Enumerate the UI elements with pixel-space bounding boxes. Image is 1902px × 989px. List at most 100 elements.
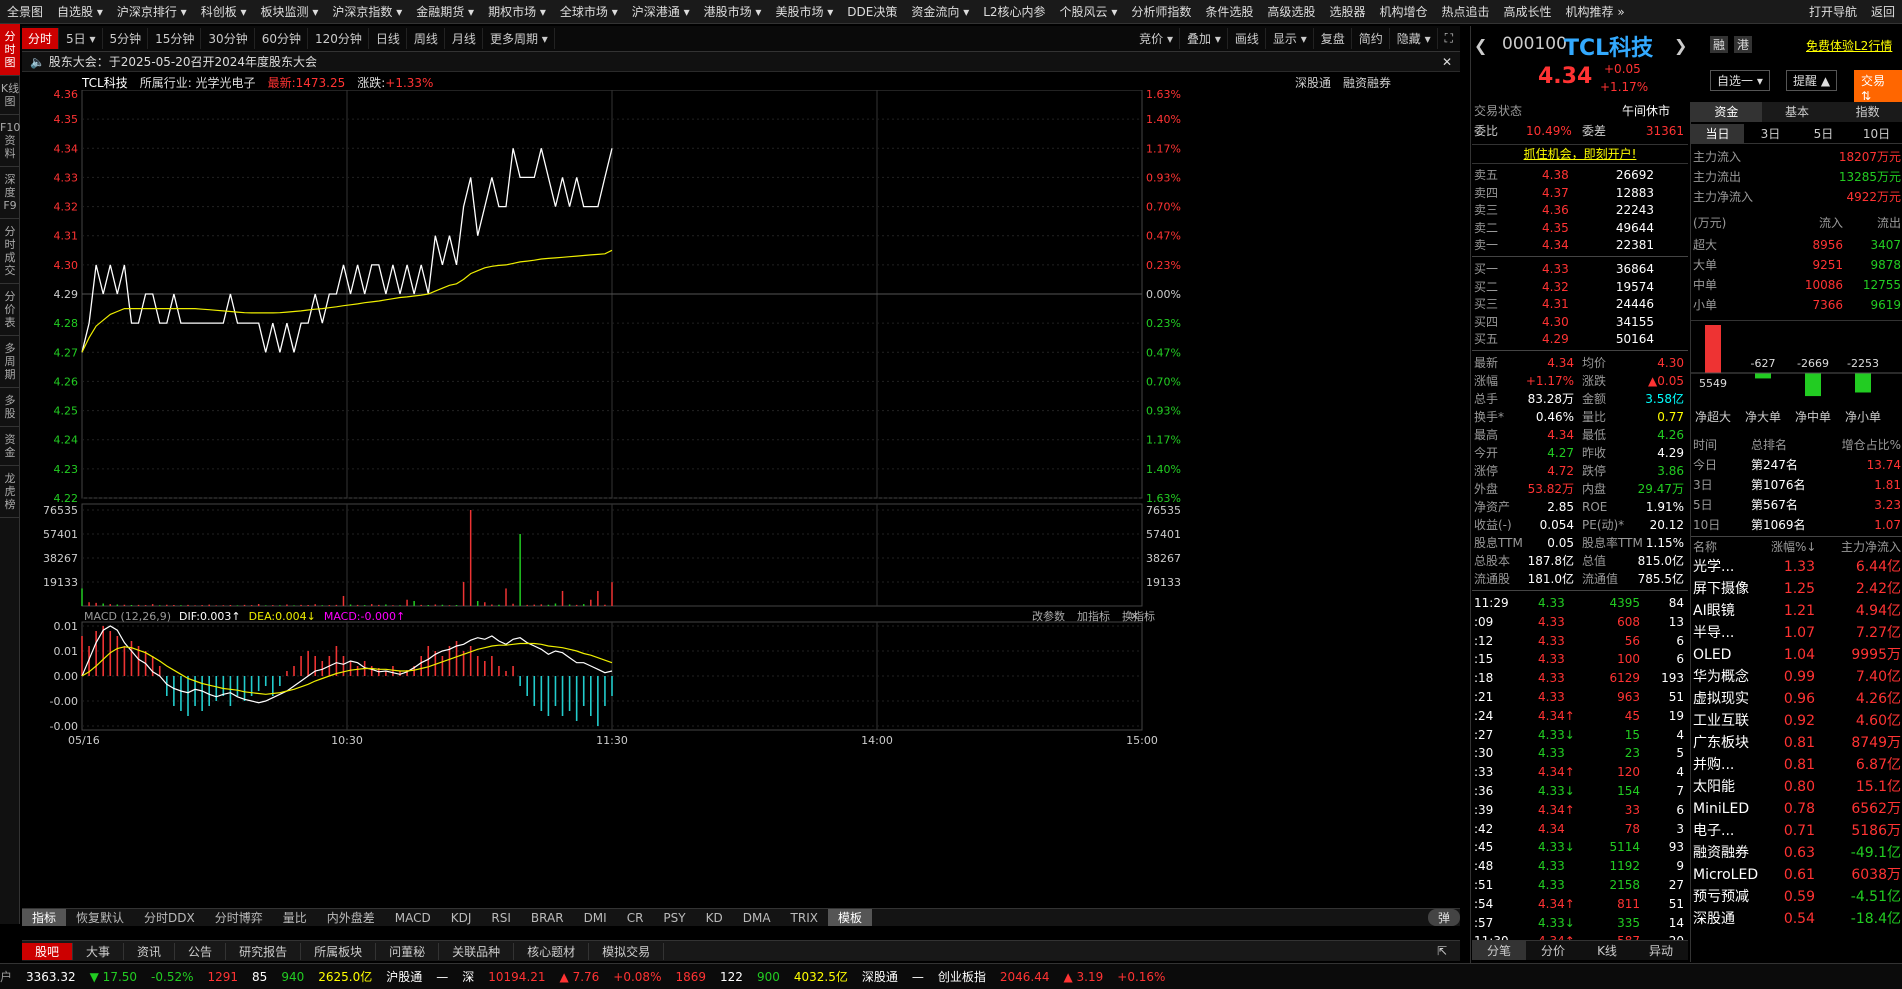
macd-link[interactable]: 改参数 bbox=[1032, 609, 1065, 623]
left-tab[interactable]: K线图 bbox=[0, 76, 20, 115]
popup-toggle[interactable]: 弹 bbox=[1427, 909, 1460, 926]
bottom-tab[interactable]: 关联品种 bbox=[439, 942, 515, 960]
left-tab[interactable]: F10资料 bbox=[0, 115, 20, 167]
sector-row[interactable]: OLED 1.04 9995万 bbox=[1691, 646, 1902, 664]
sector-row[interactable]: 华为概念 0.99 7.40亿 bbox=[1691, 668, 1902, 686]
prev-stock-icon[interactable]: ❮ bbox=[1474, 36, 1487, 55]
sector-row[interactable]: AI眼镜 1.21 4.94亿 bbox=[1691, 602, 1902, 620]
top-menu-item[interactable]: 全景图 bbox=[0, 3, 50, 20]
top-menu-item[interactable]: 个股风云 ▾ bbox=[1053, 3, 1125, 20]
indicator-tab[interactable]: KDJ bbox=[441, 911, 482, 925]
margin-link[interactable]: 融资融券 bbox=[1343, 74, 1391, 91]
sgt-link[interactable]: 深股通 bbox=[1295, 74, 1331, 91]
promo-banner[interactable]: 抓住机会，即刻开户! bbox=[1472, 144, 1688, 164]
period-tab[interactable]: 周线 bbox=[408, 28, 445, 49]
sector-row[interactable]: 屏下摄像 1.25 2.42亿 bbox=[1691, 580, 1902, 598]
sector-row[interactable]: 广东板块 0.81 8749万 bbox=[1691, 734, 1902, 752]
industry-label[interactable]: 所属行业: 光学光电子 bbox=[140, 74, 256, 91]
top-menu-item[interactable]: DDE决策 bbox=[840, 3, 904, 20]
left-tab[interactable]: 多股 bbox=[0, 388, 20, 427]
top-menu-item[interactable]: 选股器 bbox=[1322, 3, 1372, 20]
trade-button[interactable]: 交易 ⇅ bbox=[1854, 70, 1902, 105]
period-tab[interactable]: 分时 bbox=[22, 28, 60, 49]
top-menu-item[interactable]: 条件选股 bbox=[1198, 3, 1260, 20]
alert-button[interactable]: 提醒 ▲ bbox=[1786, 70, 1838, 91]
bottom-tab[interactable]: 股吧 bbox=[22, 942, 74, 960]
indicator-tab[interactable]: PSY bbox=[653, 911, 695, 925]
top-menu-item[interactable]: 高级选股 bbox=[1260, 3, 1322, 20]
top-menu-item[interactable]: 机构增仓 bbox=[1372, 3, 1434, 20]
tick-tab[interactable]: 异动 bbox=[1634, 941, 1688, 960]
fund-period-tab[interactable]: 当日 bbox=[1691, 124, 1744, 143]
sector-row[interactable]: 虚拟现实 0.96 4.26亿 bbox=[1691, 690, 1902, 708]
period-tab[interactable]: 月线 bbox=[446, 28, 483, 49]
sector-row[interactable]: 并购... 0.81 6.87亿 bbox=[1691, 756, 1902, 774]
indicator-tab[interactable]: KD bbox=[696, 911, 733, 925]
bottom-tab[interactable]: 所属板块 bbox=[301, 942, 377, 960]
top-menu-item[interactable]: 机构推荐 » bbox=[1559, 3, 1632, 20]
left-tab[interactable]: 资金 bbox=[0, 427, 20, 466]
sector-row[interactable]: 工业互联 0.92 4.60亿 bbox=[1691, 712, 1902, 730]
indicator-tab[interactable]: 分时博弈 bbox=[205, 909, 273, 926]
top-menu-item[interactable]: 期权市场 ▾ bbox=[481, 3, 553, 20]
tick-tab[interactable]: K线 bbox=[1580, 941, 1634, 960]
sector-row[interactable]: 预亏预减 0.59 -4.51亿 bbox=[1691, 888, 1902, 906]
period-tab[interactable]: 15分钟 bbox=[149, 28, 202, 49]
chart-tool-button[interactable]: 竞价 ▾ bbox=[1133, 28, 1181, 49]
tick-tab[interactable]: 分笔 bbox=[1472, 941, 1526, 960]
close-icon[interactable]: ✕ bbox=[1442, 52, 1452, 72]
watchlist-button[interactable]: 自选一 ▾ bbox=[1710, 70, 1770, 91]
next-stock-icon[interactable]: ❯ bbox=[1674, 36, 1687, 55]
period-tab[interactable]: 30分钟 bbox=[202, 28, 255, 49]
bottom-tab[interactable]: 问董秘 bbox=[376, 942, 440, 960]
bottom-tab[interactable]: 研究报告 bbox=[226, 942, 302, 960]
left-tab[interactable]: 分时图 bbox=[0, 24, 20, 76]
l2-promo-link[interactable]: 免费体验L2行情 bbox=[1806, 37, 1892, 54]
chart-tool-button[interactable]: 复盘 bbox=[1315, 28, 1352, 49]
sector-row[interactable]: MiniLED 0.78 6562万 bbox=[1691, 800, 1902, 818]
indicator-tab[interactable]: CR bbox=[617, 911, 654, 925]
top-menu-item[interactable]: 资金流向 ▾ bbox=[904, 3, 976, 20]
top-menu-item[interactable]: 高成长性 bbox=[1496, 3, 1558, 20]
bottom-tab[interactable]: 模拟交易 bbox=[589, 942, 665, 960]
left-tab[interactable]: 分时成交 bbox=[0, 219, 20, 284]
indicator-tab[interactable]: DMA bbox=[733, 911, 781, 925]
fund-period-tab[interactable]: 10日 bbox=[1850, 124, 1902, 143]
top-menu-item[interactable]: 沪深京排行 ▾ bbox=[110, 3, 194, 20]
indicator-tab[interactable]: TRIX bbox=[781, 911, 828, 925]
chart-tool-button[interactable]: 简约 bbox=[1353, 28, 1390, 49]
close-icon[interactable]: ✕ bbox=[1130, 610, 1139, 623]
chart-tool-button[interactable]: 画线 bbox=[1229, 28, 1266, 49]
sector-row[interactable]: 光学... 1.33 6.44亿 bbox=[1691, 558, 1902, 576]
top-menu-item[interactable]: 金融期货 ▾ bbox=[409, 3, 481, 20]
sector-row[interactable]: 融资融券 0.63 -49.1亿 bbox=[1691, 844, 1902, 862]
top-menu-item[interactable]: 热点追击 bbox=[1434, 3, 1496, 20]
fund-tab[interactable]: 指数 bbox=[1832, 102, 1902, 122]
left-tab[interactable]: 龙虎榜 bbox=[0, 466, 20, 518]
sector-row[interactable]: 深股通 0.54 -18.4亿 bbox=[1691, 910, 1902, 928]
bottom-tab[interactable]: 核心题材 bbox=[514, 942, 590, 960]
indicator-tab[interactable]: 分时DDX bbox=[134, 909, 205, 926]
top-menu-item[interactable]: L2核心内参 bbox=[976, 3, 1052, 20]
left-tab[interactable]: 多周期 bbox=[0, 336, 20, 388]
period-tab[interactable]: 5分钟 bbox=[104, 28, 149, 49]
period-tab[interactable]: 60分钟 bbox=[256, 28, 308, 49]
indicator-tab[interactable]: DMI bbox=[574, 911, 617, 925]
top-menu-item[interactable]: 分析师指数 bbox=[1124, 3, 1198, 20]
fund-tab[interactable]: 基本 bbox=[1762, 102, 1833, 122]
top-menu-item[interactable]: 沪深港通 ▾ bbox=[625, 3, 697, 20]
export-icon[interactable]: ⇱ bbox=[1424, 944, 1460, 958]
indicator-tab[interactable]: 量比 bbox=[273, 909, 317, 926]
top-menu-item[interactable]: 港股市场 ▾ bbox=[697, 3, 769, 20]
top-menu-right-item[interactable]: 打开导航 bbox=[1802, 3, 1864, 20]
indicator-tab[interactable]: 恢复默认 bbox=[66, 909, 134, 926]
notice-bar[interactable]: 🔈 股东大会：于2025-05-20召开2024年度股东大会 ✕ bbox=[22, 52, 1460, 72]
top-menu-item[interactable]: 板块监测 ▾ bbox=[254, 3, 326, 20]
sector-row[interactable]: MicroLED 0.61 6038万 bbox=[1691, 866, 1902, 884]
top-menu-item[interactable]: 自选股 ▾ bbox=[50, 3, 110, 20]
chart-tool-button[interactable]: 叠加 ▾ bbox=[1181, 28, 1228, 49]
top-menu-item[interactable]: 沪深京指数 ▾ bbox=[325, 3, 409, 20]
top-menu-item[interactable]: 全球市场 ▾ bbox=[553, 3, 625, 20]
chart-tool-button[interactable]: 显示 ▾ bbox=[1267, 28, 1314, 49]
indicator-tab[interactable]: MACD bbox=[385, 911, 441, 925]
